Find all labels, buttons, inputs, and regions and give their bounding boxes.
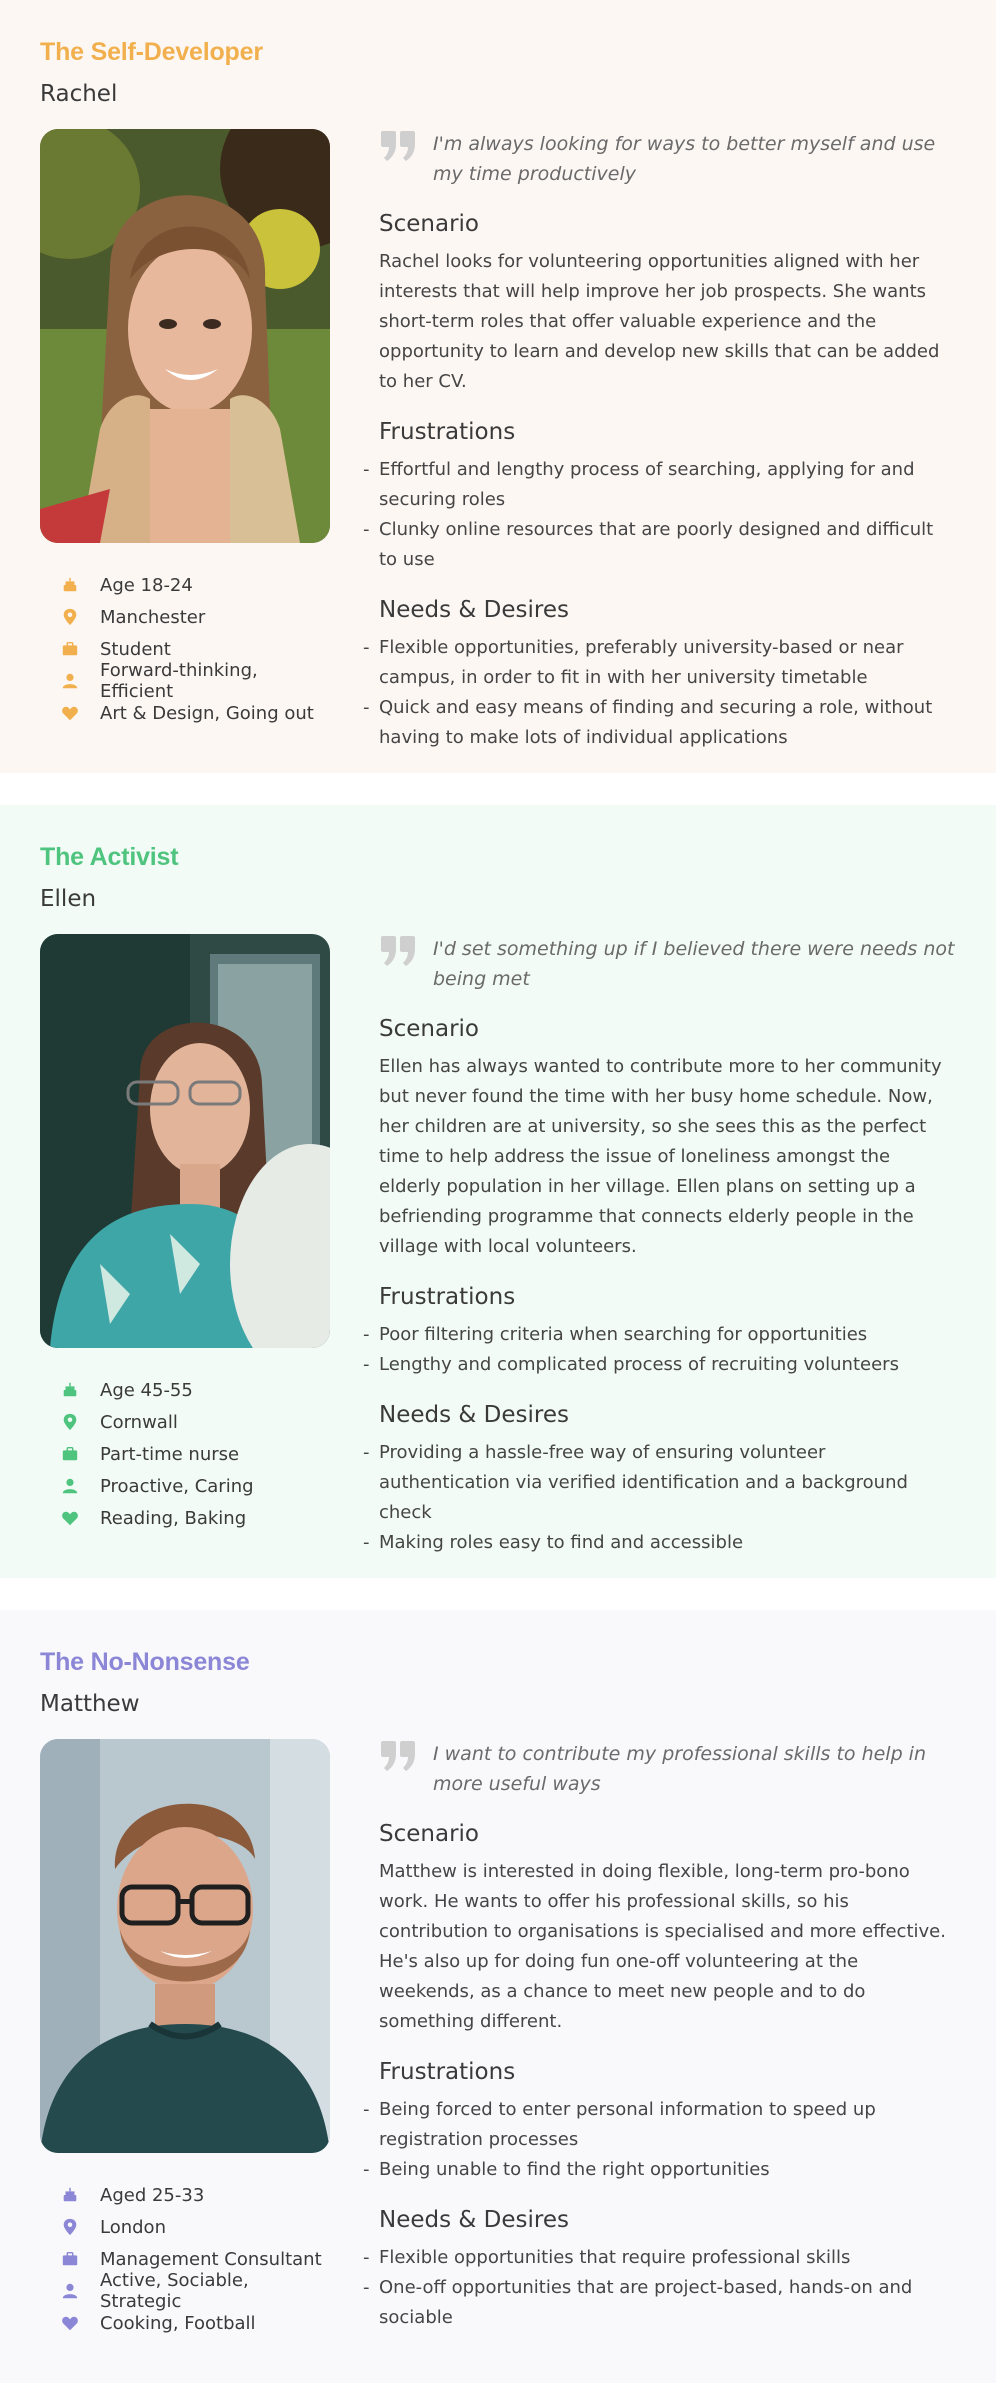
fact-interests: Art & Design, Going out — [60, 697, 330, 729]
scenario-text: Ellen has always wanted to contribute mo… — [379, 1056, 942, 1257]
frustrations-heading: Frustrations — [379, 419, 516, 445]
scenario-heading: Scenario — [379, 211, 479, 237]
list-item: Making roles easy to find and accessible — [363, 1528, 956, 1558]
frustrations-heading: Frustrations — [379, 2059, 516, 2085]
fact-age: Age 18-24 — [60, 569, 330, 601]
persona-name: Rachel — [40, 81, 118, 107]
needs-list: Flexible opportunities, preferably unive… — [363, 633, 956, 753]
list-item: Flexible opportunities that require prof… — [363, 2243, 956, 2273]
needs-heading: Needs & Desires — [379, 597, 569, 623]
person-icon — [60, 671, 80, 691]
needs-list: Flexible opportunities that require prof… — [363, 2243, 956, 2333]
briefcase-icon — [60, 2249, 80, 2269]
heart-icon — [60, 703, 80, 723]
cake-icon — [60, 1380, 80, 1400]
briefcase-icon — [60, 639, 80, 659]
frustrations-list: Being forced to enter personal informati… — [363, 2095, 956, 2185]
fact-text: Active, Sociable, Strategic — [100, 2270, 249, 2312]
fact-text: London — [100, 2216, 166, 2238]
fact-text: Proactive, Caring — [100, 1475, 254, 1497]
persona-photo — [40, 129, 330, 543]
persona-photo — [40, 934, 330, 1348]
location-pin-icon — [60, 2217, 80, 2237]
quote-text: I'd set something up if I believed there… — [433, 938, 955, 990]
fact-text: Cooking, Football — [100, 2312, 256, 2334]
quote-text: I want to contribute my professional ski… — [433, 1743, 926, 1795]
list-item: Lengthy and complicated process of recru… — [363, 1350, 956, 1380]
scenario-text: Rachel looks for volunteering opportunit… — [379, 251, 940, 392]
list-item: Being forced to enter personal informati… — [363, 2095, 956, 2155]
scenario-heading: Scenario — [379, 1821, 479, 1847]
fact-text: Forward-thinking, Efficient — [100, 660, 258, 702]
persona-photo — [40, 1739, 330, 2153]
fact-age: Age 45-55 — [60, 1374, 330, 1406]
person-icon — [60, 1476, 80, 1496]
persona-card-activist: The Activist Ellen Age 45-55 Cornwall Pa… — [0, 805, 996, 1578]
list-item: Effortful and lengthy process of searchi… — [363, 455, 956, 515]
persona-card-self-developer: The Self-Developer Rachel Age 18-24 Manc… — [0, 0, 996, 773]
fact-text: Student — [100, 638, 171, 660]
needs-heading: Needs & Desires — [379, 1402, 569, 1428]
quote-text: I'm always looking for ways to better my… — [433, 133, 936, 185]
cake-icon — [60, 2185, 80, 2205]
fact-text: Cornwall — [100, 1411, 178, 1433]
persona-quote: I want to contribute my professional ski… — [379, 1739, 956, 1799]
needs-list: Providing a hassle-free way of ensuring … — [363, 1438, 956, 1558]
frustrations-list: Poor filtering criteria when searching f… — [363, 1320, 956, 1380]
persona-type: The Activist — [40, 843, 179, 871]
list-item: Clunky online resources that are poorly … — [363, 515, 956, 575]
list-item: Flexible opportunities, preferably unive… — [363, 633, 956, 693]
needs-heading: Needs & Desires — [379, 2207, 569, 2233]
persona-card-no-nonsense: The No-Nonsense Matthew Aged 25-33 Londo… — [0, 1610, 996, 2383]
cake-icon — [60, 575, 80, 595]
fact-text: Art & Design, Going out — [100, 702, 314, 724]
fact-traits: Proactive, Caring — [60, 1470, 330, 1502]
persona-quote: I'm always looking for ways to better my… — [379, 129, 956, 189]
fact-text: Aged 25-33 — [100, 2184, 205, 2206]
quote-mark-icon — [381, 1741, 415, 1771]
fact-text: Reading, Baking — [100, 1507, 247, 1529]
list-item: Poor filtering criteria when searching f… — [363, 1320, 956, 1350]
fact-location: London — [60, 2211, 330, 2243]
fact-location: Cornwall — [60, 1406, 330, 1438]
list-item: Providing a hassle-free way of ensuring … — [363, 1438, 956, 1528]
persona-type: The Self-Developer — [40, 38, 263, 66]
persona-name: Ellen — [40, 886, 97, 912]
fact-location: Manchester — [60, 601, 330, 633]
fact-text: Part-time nurse — [100, 1443, 240, 1465]
list-item: One-off opportunities that are project-b… — [363, 2273, 956, 2333]
location-pin-icon — [60, 607, 80, 627]
person-icon — [60, 2281, 80, 2301]
fact-age: Aged 25-33 — [60, 2179, 330, 2211]
heart-icon — [60, 2313, 80, 2333]
persona-name: Matthew — [40, 1691, 140, 1717]
persona-type: The No-Nonsense — [40, 1648, 250, 1676]
scenario-text: Matthew is interested in doing flexible,… — [379, 1861, 946, 2032]
briefcase-icon — [60, 1444, 80, 1464]
location-pin-icon — [60, 1412, 80, 1432]
list-item: Quick and easy means of finding and secu… — [363, 693, 956, 753]
fact-text: Age 45-55 — [100, 1379, 193, 1401]
scenario-heading: Scenario — [379, 1016, 479, 1042]
persona-quote: I'd set something up if I believed there… — [379, 934, 956, 994]
frustrations-heading: Frustrations — [379, 1284, 516, 1310]
list-item: Being unable to find the right opportuni… — [363, 2155, 956, 2185]
quote-mark-icon — [381, 131, 415, 161]
fact-text: Age 18-24 — [100, 574, 193, 596]
fact-traits: Active, Sociable, Strategic — [60, 2270, 330, 2312]
heart-icon — [60, 1508, 80, 1528]
quote-mark-icon — [381, 936, 415, 966]
fact-occupation: Part-time nurse — [60, 1438, 330, 1470]
fact-interests: Reading, Baking — [60, 1502, 330, 1534]
fact-traits: Forward-thinking, Efficient — [60, 660, 330, 702]
fact-text: Management Consultant — [100, 2248, 322, 2270]
frustrations-list: Effortful and lengthy process of searchi… — [363, 455, 956, 575]
fact-text: Manchester — [100, 606, 206, 628]
